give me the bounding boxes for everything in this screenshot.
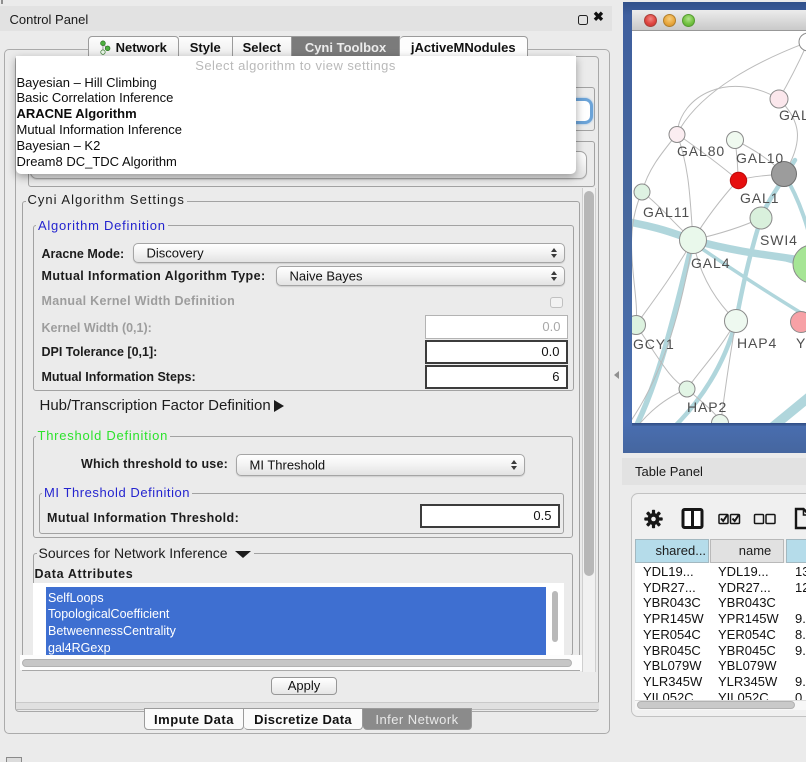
- svg-text:GAL11: GAL11: [643, 204, 690, 220]
- svg-text:HAP4: HAP4: [737, 335, 777, 351]
- svg-text:SWI4: SWI4: [760, 232, 798, 248]
- svg-text:GAL10: GAL10: [736, 150, 784, 166]
- svg-text:GAL4: GAL4: [691, 255, 730, 271]
- svg-text:GAL80: GAL80: [677, 143, 725, 159]
- svg-text:GCY1: GCY1: [633, 336, 675, 352]
- svg-text:HAP2: HAP2: [687, 399, 727, 415]
- svg-text:GAL1: GAL1: [740, 190, 779, 206]
- svg-text:GAL: GAL: [779, 107, 806, 123]
- svg-text:Y: Y: [796, 335, 806, 351]
